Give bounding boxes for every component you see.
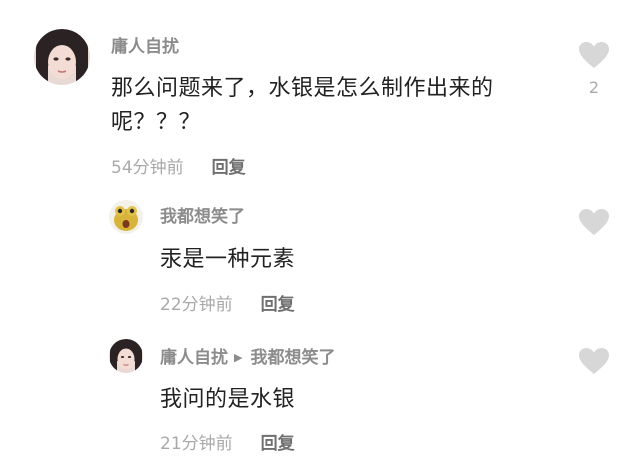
comment-author[interactable]: 庸人自扰 [111,36,179,58]
avatar[interactable] [109,339,143,373]
comment-meta: 54分钟前 回复 [111,157,246,179]
like-heart-icon[interactable] [578,208,610,236]
portrait-woman-avatar-icon [34,29,90,85]
yellow-cartoon-avatar-icon [109,200,143,234]
like-heart-icon[interactable] [578,347,610,375]
avatar[interactable] [34,29,90,85]
reply-arrow-icon: ▶ [234,351,243,364]
comment-text: 我问的是水银 [160,387,296,412]
comment-text: 那么问题来了，水银是怎么制作出来的呢？？？ [111,76,494,135]
avatar[interactable] [109,200,143,234]
comment-thread: 庸人自扰 那么问题来了，水银是怎么制作出来的呢？？？ 54分钟前 回复 2 我都想… [0,0,640,469]
comment-author[interactable]: 我都想笑了 [160,206,245,228]
reply-button[interactable]: 回复 [261,433,295,455]
like-heart-icon[interactable] [578,41,610,69]
comment-text: 汞是一种元素 [160,247,296,272]
portrait-woman-avatar-icon [109,339,143,373]
comment-timestamp: 54分钟前 [111,158,184,178]
comment-timestamp: 22分钟前 [160,295,233,315]
reply-button[interactable]: 回复 [261,294,295,316]
comment-meta: 21分钟前 回复 [160,433,295,455]
comment-timestamp: 21分钟前 [160,434,233,454]
reply-to-author[interactable]: 我都想笑了 [250,348,335,368]
comment-author-line: 庸人自扰 ▶ 我都想笑了 [160,347,335,369]
like-count: 2 [588,78,600,97]
reply-button[interactable]: 回复 [212,157,246,179]
comment-author[interactable]: 庸人自扰 [160,348,228,368]
comment-meta: 22分钟前 回复 [160,294,295,316]
